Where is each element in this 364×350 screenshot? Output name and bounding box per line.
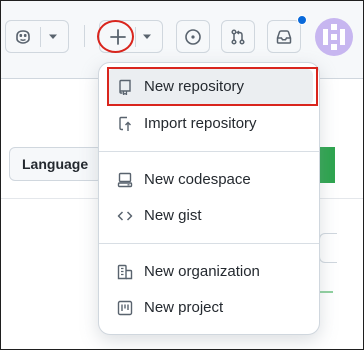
inbox-icon [275, 28, 293, 46]
background-field [319, 233, 337, 263]
menu-item-new-organization[interactable]: New organization [107, 254, 313, 290]
language-filter-label: Language [22, 156, 89, 172]
pull-requests-button[interactable] [221, 20, 255, 53]
codespaces-icon [117, 172, 133, 188]
repo-push-icon [117, 116, 133, 132]
menu-item-new-project[interactable]: New project [107, 290, 313, 326]
issue-opened-icon [184, 28, 202, 46]
header-separator [84, 25, 85, 47]
avatar[interactable] [315, 18, 353, 56]
menu-divider [99, 151, 319, 152]
language-bar [319, 291, 333, 293]
menu-item-new-gist[interactable]: New gist [107, 198, 313, 234]
copilot-button[interactable] [5, 20, 69, 53]
git-pull-request-icon [229, 28, 247, 46]
menu-item-label: New gist [144, 207, 202, 224]
annotation-rectangle [107, 67, 318, 106]
organization-icon [117, 264, 133, 280]
menu-item-label: New organization [144, 263, 260, 280]
split-divider [135, 27, 136, 47]
menu-item-label: New codespace [144, 171, 251, 188]
code-icon [117, 208, 133, 224]
notification-indicator [297, 15, 307, 25]
annotation-circle [97, 20, 134, 53]
menu-divider [99, 243, 319, 244]
split-divider [40, 27, 41, 47]
menu-item-label: New project [144, 299, 224, 316]
chevron-down-icon[interactable] [142, 33, 152, 41]
project-icon [117, 300, 133, 316]
menu-item-label: Import repository [144, 115, 257, 132]
issues-button[interactable] [176, 20, 210, 53]
chevron-down-icon[interactable] [48, 33, 58, 41]
menu-item-new-codespace[interactable]: New codespace [107, 162, 313, 198]
language-filter-button[interactable]: Language [9, 147, 103, 181]
screenshot-frame: Language New repository Import repositor… [0, 0, 364, 350]
inbox-button[interactable] [267, 20, 301, 53]
menu-item-import-repository[interactable]: Import repository [107, 106, 313, 142]
copilot-icon [14, 28, 32, 46]
